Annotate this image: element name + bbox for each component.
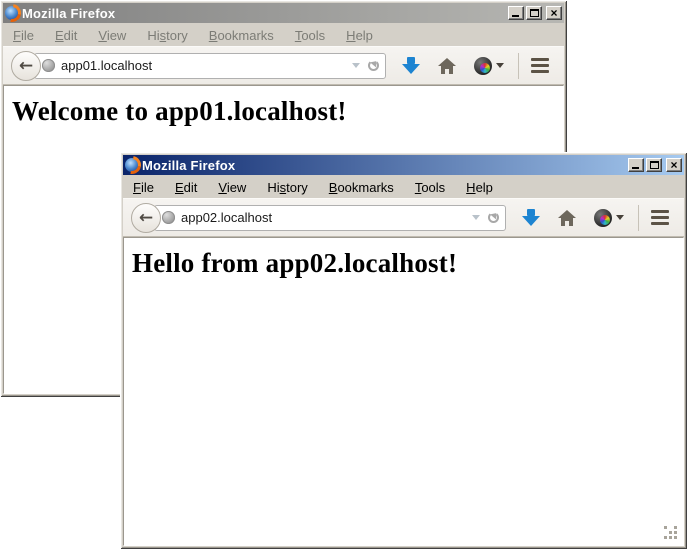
minimize-button[interactable] xyxy=(628,158,644,172)
site-identity-globe-icon[interactable] xyxy=(42,59,55,72)
navigation-toolbar: ← app02.localhost xyxy=(123,198,684,237)
menu-hamburger-button[interactable] xyxy=(651,210,669,225)
url-input[interactable]: app01.localhost xyxy=(61,58,348,73)
menu-item-bookmarks[interactable]: Bookmarks xyxy=(323,178,400,197)
download-arrow-icon xyxy=(527,209,535,216)
menu-item-file[interactable]: File xyxy=(127,178,160,197)
toolbar-separator xyxy=(638,205,639,231)
titlebar[interactable]: Mozilla Firefox × xyxy=(3,3,564,23)
colorwheel-icon xyxy=(594,209,612,227)
hamburger-icon xyxy=(531,58,549,61)
colorwheel-icon xyxy=(474,57,492,75)
page-heading: Hello from app02.localhost! xyxy=(132,248,683,279)
firefox-logo-icon[interactable] xyxy=(125,158,139,172)
navigation-toolbar: ← app01.localhost xyxy=(3,46,564,85)
back-button[interactable]: ← xyxy=(131,203,161,233)
download-arrow-icon xyxy=(407,57,415,64)
url-history-dropdown-icon[interactable] xyxy=(352,63,360,68)
browser-window-app02: Mozilla Firefox × File Edit View History… xyxy=(120,152,687,549)
window-title: Mozilla Firefox xyxy=(22,6,505,21)
downloads-button[interactable] xyxy=(522,209,540,226)
maximize-button[interactable] xyxy=(526,6,542,20)
close-icon: × xyxy=(670,160,677,170)
home-icon xyxy=(438,58,456,66)
close-icon: × xyxy=(550,8,557,18)
url-bar[interactable]: app02.localhost xyxy=(154,205,506,231)
minimize-button[interactable] xyxy=(508,6,524,20)
maximize-button[interactable] xyxy=(646,158,662,172)
toolbar-separator xyxy=(518,53,519,79)
reload-icon[interactable] xyxy=(368,60,379,71)
menu-item-help[interactable]: Help xyxy=(460,178,499,197)
home-button[interactable] xyxy=(558,210,576,226)
window-controls: × xyxy=(628,158,682,172)
home-button[interactable] xyxy=(438,58,456,74)
site-identity-globe-icon[interactable] xyxy=(162,211,175,224)
menu-item-history[interactable]: History xyxy=(261,178,313,197)
firefox-logo-icon[interactable] xyxy=(5,6,19,20)
resize-grip[interactable] xyxy=(664,526,678,540)
url-history-dropdown-icon[interactable] xyxy=(472,215,480,220)
page-content: Hello from app02.localhost! xyxy=(123,237,684,546)
menu-item-view[interactable]: View xyxy=(92,26,132,45)
menu-item-help[interactable]: Help xyxy=(340,26,379,45)
downloads-button[interactable] xyxy=(402,57,420,74)
titlebar[interactable]: Mozilla Firefox × xyxy=(123,155,684,175)
colorwheel-extension-button[interactable] xyxy=(594,209,624,227)
menu-item-view[interactable]: View xyxy=(212,178,252,197)
url-bar[interactable]: app01.localhost xyxy=(34,53,386,79)
minimize-icon xyxy=(512,15,519,17)
close-button[interactable]: × xyxy=(666,158,682,172)
menubar: File Edit View History Bookmarks Tools H… xyxy=(123,176,684,198)
back-button[interactable]: ← xyxy=(11,51,41,81)
menu-hamburger-button[interactable] xyxy=(531,58,549,73)
chevron-down-icon xyxy=(616,215,624,220)
maximize-icon xyxy=(650,161,659,169)
back-arrow-icon: ← xyxy=(19,56,33,76)
menu-item-edit[interactable]: Edit xyxy=(49,26,83,45)
menu-item-tools[interactable]: Tools xyxy=(289,26,331,45)
page-heading: Welcome to app01.localhost! xyxy=(12,96,563,127)
menu-item-bookmarks[interactable]: Bookmarks xyxy=(203,26,280,45)
window-controls: × xyxy=(508,6,562,20)
menubar: File Edit View History Bookmarks Tools H… xyxy=(3,24,564,46)
maximize-icon xyxy=(530,9,539,17)
chevron-down-icon xyxy=(496,63,504,68)
reload-icon[interactable] xyxy=(488,212,499,223)
home-icon xyxy=(558,210,576,218)
menu-item-history[interactable]: History xyxy=(141,26,193,45)
menu-item-edit[interactable]: Edit xyxy=(169,178,203,197)
colorwheel-extension-button[interactable] xyxy=(474,57,504,75)
menu-item-file[interactable]: File xyxy=(7,26,40,45)
close-button[interactable]: × xyxy=(546,6,562,20)
back-arrow-icon: ← xyxy=(139,208,153,228)
menu-item-tools[interactable]: Tools xyxy=(409,178,451,197)
minimize-icon xyxy=(632,167,639,169)
url-input[interactable]: app02.localhost xyxy=(181,210,468,225)
desktop: Mozilla Firefox × File Edit View History… xyxy=(0,0,688,551)
hamburger-icon xyxy=(651,210,669,213)
window-title: Mozilla Firefox xyxy=(142,158,625,173)
